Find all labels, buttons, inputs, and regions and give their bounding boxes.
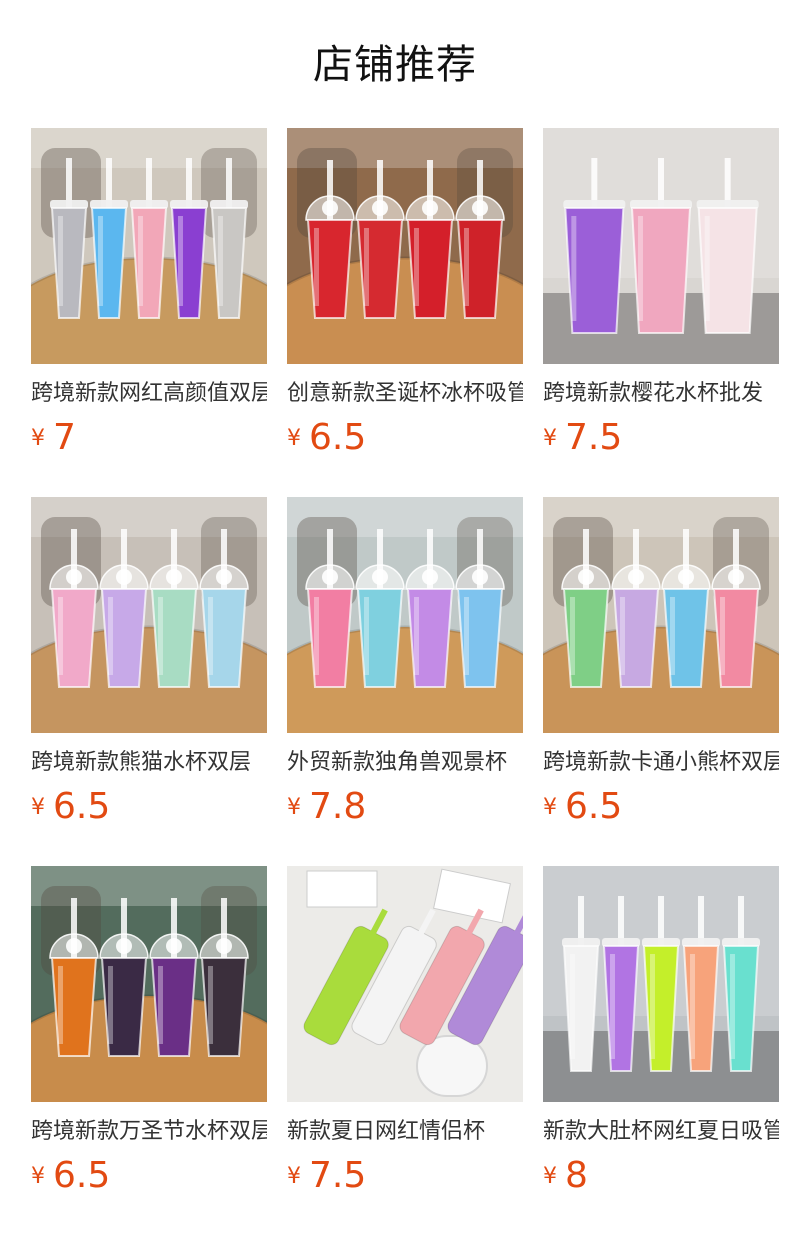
price-value: 6.5	[53, 1155, 111, 1196]
product-image	[543, 866, 779, 1102]
product-image	[543, 497, 779, 733]
product-name[interactable]: 新款夏日网红情侣杯	[287, 1116, 523, 1148]
currency-symbol: ¥	[31, 426, 45, 451]
price-value: 7.5	[309, 1155, 367, 1196]
product-thumbnail[interactable]	[287, 866, 523, 1102]
product-thumbnail[interactable]	[31, 128, 267, 364]
product-image	[31, 866, 267, 1102]
price-value: 6.5	[309, 417, 367, 458]
price-value: 8	[565, 1155, 588, 1196]
product-image	[31, 128, 267, 364]
currency-symbol: ¥	[287, 426, 301, 451]
product-image	[543, 128, 779, 364]
price-value: 7.5	[565, 417, 623, 458]
product-card[interactable]: 跨境新款万圣节水杯双层 ¥6.5	[31, 866, 267, 1235]
currency-symbol: ¥	[543, 795, 557, 820]
product-price: ¥6.5	[287, 414, 366, 462]
currency-symbol: ¥	[543, 1164, 557, 1189]
product-price: ¥6.5	[31, 783, 110, 831]
product-price: ¥7.8	[287, 783, 366, 831]
price-value: 7.8	[309, 786, 367, 827]
product-name[interactable]: 外贸新款独角兽观景杯	[287, 747, 523, 779]
product-name[interactable]: 跨境新款网红高颜值双层塑料吸管杯	[31, 378, 267, 410]
product-thumbnail[interactable]	[543, 497, 779, 733]
product-name[interactable]: 跨境新款熊猫水杯双层	[31, 747, 267, 779]
product-price: ¥8	[543, 1152, 588, 1200]
product-card[interactable]: 跨境新款网红高颜值双层塑料吸管杯 ¥7	[31, 128, 267, 497]
currency-symbol: ¥	[287, 1164, 301, 1189]
product-image	[287, 128, 523, 364]
section-title: 店铺推荐	[313, 42, 477, 88]
price-value: 6.5	[53, 786, 111, 827]
product-image	[31, 497, 267, 733]
product-price: ¥7.5	[287, 1152, 366, 1200]
product-card[interactable]: 外贸新款独角兽观景杯 ¥7.8	[287, 497, 523, 866]
product-card[interactable]: 新款大肚杯网红夏日吸管杯 ¥8	[543, 866, 779, 1235]
product-card[interactable]: 新款夏日网红情侣杯 ¥7.5	[287, 866, 523, 1235]
product-thumbnail[interactable]	[543, 128, 779, 364]
currency-symbol: ¥	[543, 426, 557, 451]
product-name[interactable]: 跨境新款万圣节水杯双层	[31, 1116, 267, 1148]
product-thumbnail[interactable]	[31, 497, 267, 733]
product-card[interactable]: 跨境新款樱花水杯批发 ¥7.5	[543, 128, 779, 497]
currency-symbol: ¥	[31, 1164, 45, 1189]
product-image	[287, 866, 523, 1102]
product-name[interactable]: 跨境新款卡通小熊杯双层	[543, 747, 779, 779]
product-name[interactable]: 新款大肚杯网红夏日吸管杯	[543, 1116, 779, 1148]
product-card[interactable]: 创意新款圣诞杯冰杯吸管杯 ¥6.5	[287, 128, 523, 497]
store-recommendation-page: 店铺推荐 跨境新款网红高颜值双层塑料吸管杯¥7创意新款圣诞杯冰杯吸管杯¥6.5跨…	[0, 0, 790, 1236]
product-price: ¥7.5	[543, 414, 622, 462]
price-value: 6.5	[565, 786, 623, 827]
price-value: 7	[53, 417, 76, 458]
product-price: ¥7	[31, 414, 76, 462]
product-image	[287, 497, 523, 733]
product-thumbnail[interactable]	[31, 866, 267, 1102]
product-grid: 跨境新款网红高颜值双层塑料吸管杯 ¥7 创意新款圣诞杯冰杯吸管杯 ¥6.5 跨境新款樱花…	[31, 128, 790, 1235]
product-price: ¥6.5	[543, 783, 622, 831]
product-thumbnail[interactable]	[543, 866, 779, 1102]
currency-symbol: ¥	[31, 795, 45, 820]
product-name[interactable]: 跨境新款樱花水杯批发	[543, 378, 779, 410]
currency-symbol: ¥	[287, 795, 301, 820]
product-thumbnail[interactable]	[287, 497, 523, 733]
product-card[interactable]: 跨境新款熊猫水杯双层 ¥6.5	[31, 497, 267, 866]
product-price: ¥6.5	[31, 1152, 110, 1200]
product-name[interactable]: 创意新款圣诞杯冰杯吸管杯	[287, 378, 523, 410]
product-thumbnail[interactable]	[287, 128, 523, 364]
product-card[interactable]: 跨境新款卡通小熊杯双层 ¥6.5	[543, 497, 779, 866]
